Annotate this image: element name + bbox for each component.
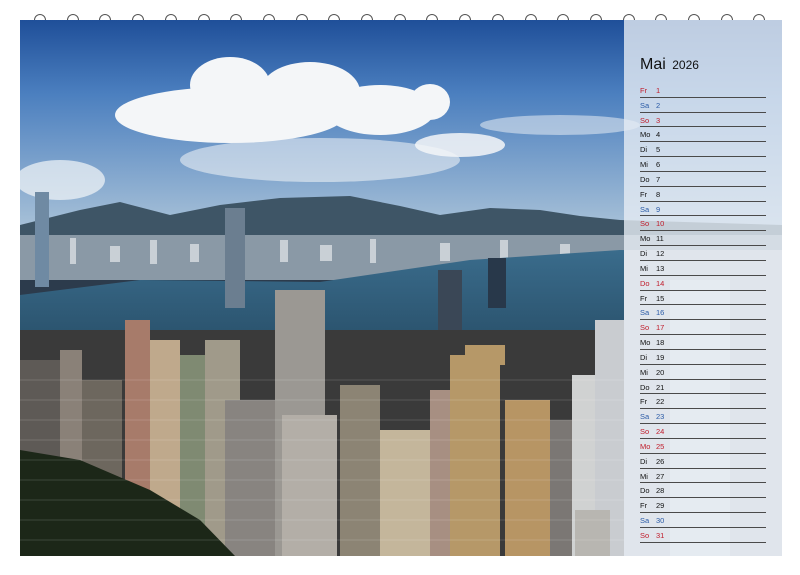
day-number: 10 [656,219,665,229]
day-number: 29 [656,501,665,511]
weekday-label: Fr [640,86,648,95]
weekday-label: Fr [640,501,648,511]
day-row: So 3 [640,113,766,128]
weekday-label: So [640,427,650,437]
weekday-label: Mo [640,130,651,140]
day-row: Fr 29 [640,498,766,514]
weekday-label: Do [640,486,650,496]
day-row: Di 5 [640,142,766,158]
day-number: 26 [656,456,665,466]
day-row: Mi 20 [640,365,766,380]
day-number: 30 [656,516,665,526]
year: 2026 [672,58,699,72]
weekday-label: Sa [640,412,650,422]
weekday-label: Di [640,456,648,466]
day-number: 8 [656,189,661,199]
day-row: Fr 8 [640,187,766,202]
weekday-label: Sa [640,204,650,214]
day-row: Mi 6 [640,157,766,172]
day-number: 3 [656,115,661,125]
day-number: 6 [656,160,661,170]
day-number: 21 [656,382,665,392]
day-row: Di 19 [640,350,766,365]
day-number: 23 [656,412,665,422]
day-number: 28 [656,486,665,496]
day-number: 18 [656,338,665,348]
day-row: Mo 4 [640,127,766,143]
weekday-label: Fr [640,293,648,303]
day-number: 11 [656,234,664,244]
day-row: Sa 30 [640,513,766,528]
weekday-label: So [640,115,650,125]
weekday-label: Fr [640,397,648,407]
day-number: 16 [656,308,665,318]
weekday-label: Do [640,382,650,392]
weekday-label: Di [640,249,648,259]
weekday-label: Sa [640,100,650,110]
weekday-label: Mo [640,234,651,244]
calendar-panel: Mai 2026 Fr 1 Sa 2 So 3 Mo 4 Di 5 Mi 6 Do 7 Fr 8 Sa 9 So 10… [624,20,782,556]
weekday-label: Mi [640,160,648,170]
day-number: 12 [656,249,665,259]
weekday-label: Mo [640,441,651,451]
day-row: Fr 22 [640,394,766,410]
day-row: So 17 [640,320,766,336]
day-number: 20 [656,367,665,377]
day-row: Mo 25 [640,439,766,454]
day-number: 24 [656,427,665,437]
day-number: 17 [656,323,665,333]
day-row: So 31 [640,528,766,543]
weekday-label: Mi [640,367,648,377]
weekday-label: Sa [640,308,650,318]
day-list: Fr 1 Sa 2 So 3 Mo 4 Di 5 Mi 6 Do 7 Fr 8 Sa 9 So 10 Mo 11 Di 12 M… [640,83,766,543]
day-row: Di 26 [640,454,766,469]
day-number: 15 [656,293,665,303]
weekday-label: Fr [640,189,648,199]
day-number: 31 [656,530,665,540]
weekday-label: So [640,219,650,229]
day-row: Mi 13 [640,261,766,276]
day-number: 27 [656,471,665,481]
weekday-label: So [640,323,650,333]
day-number: 9 [656,204,661,214]
day-row: So 24 [640,424,766,439]
weekday-label: Mi [640,263,648,273]
weekday-label: So [640,530,650,540]
day-row: Mo 18 [640,335,766,350]
day-number: 22 [656,397,665,407]
day-row: Do 7 [640,172,766,187]
day-row: Sa 16 [640,305,766,321]
weekday-label: Mo [640,338,651,348]
weekday-label: Di [640,352,648,362]
day-number: 4 [656,130,661,140]
day-number: 19 [656,352,665,362]
weekday-label: Sa [640,516,650,526]
day-number: 13 [656,263,665,273]
day-row: Do 14 [640,276,766,291]
month-name: Mai [640,56,666,73]
day-row: Sa 9 [640,202,766,217]
day-number: 2 [656,100,661,110]
day-row: Fr 15 [640,291,766,306]
calendar-page: Mai 2026 Fr 1 Sa 2 So 3 Mo 4 Di 5 Mi 6 Do 7 Fr 8 Sa 9 So 10… [20,20,782,556]
day-row: Mo 11 [640,231,766,247]
weekday-label: Do [640,174,650,184]
day-row: Do 21 [640,380,766,395]
day-number: 14 [656,278,665,288]
day-number: 5 [656,145,661,155]
weekday-label: Di [640,145,648,155]
day-row: Do 28 [640,483,766,499]
day-number: 1 [656,86,661,95]
day-row: Di 12 [640,246,766,261]
weekday-label: Mi [640,471,648,481]
day-row: Sa 2 [640,98,766,113]
day-row: Sa 23 [640,409,766,425]
day-row: So 10 [640,216,766,232]
day-number: 7 [656,174,661,184]
day-number: 25 [656,441,665,451]
weekday-label: Do [640,278,650,288]
day-row: Fr 1 [640,83,766,98]
day-row: Mi 27 [640,469,766,484]
month-title: Mai 2026 [640,56,699,74]
